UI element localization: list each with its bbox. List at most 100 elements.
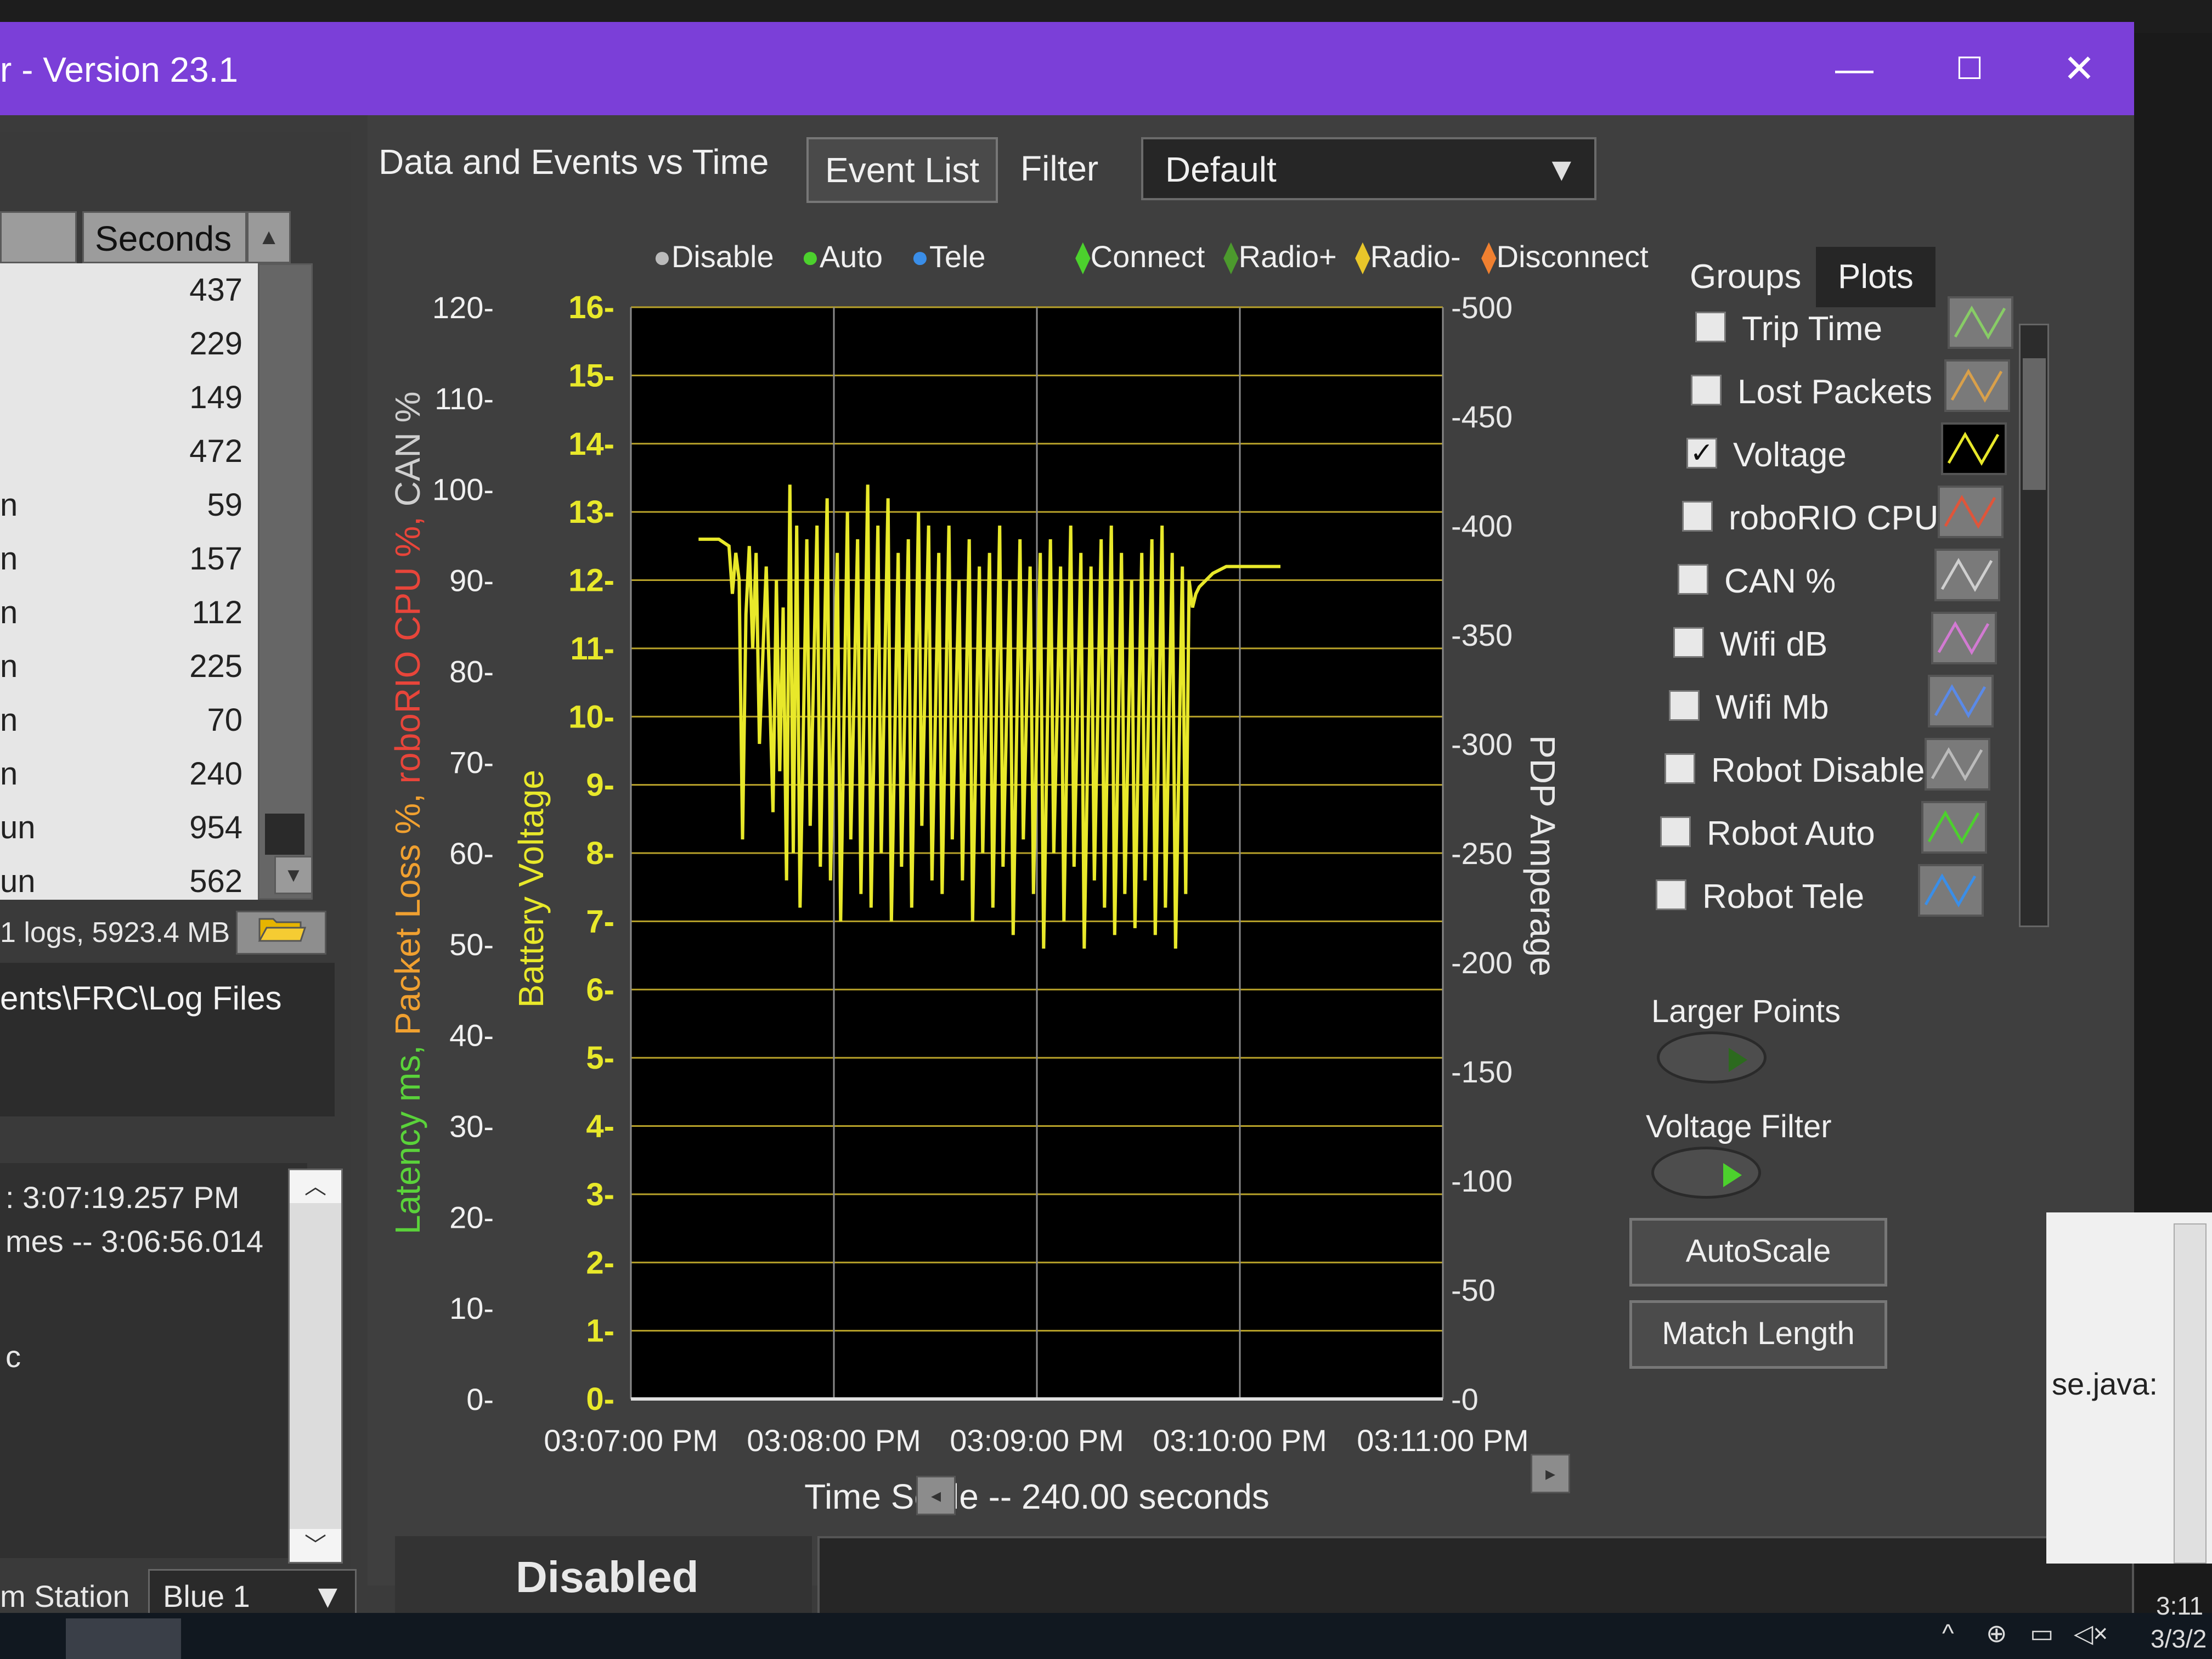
filter-select[interactable]: Default ▼ [1141,137,1596,200]
plot-label: Robot Auto [1707,815,1875,853]
folder-open-icon[interactable] [236,911,326,955]
log-row-seconds[interactable]: 562 [0,855,258,909]
voltage-chart[interactable]: 03:07:00 PM 03:08:00 PM 03:09:00 PM 03:10:0… [368,258,1695,1553]
voltage-filter-toggle[interactable] [1651,1147,1761,1199]
voltage-filter-label: Voltage Filter [1646,1109,1832,1144]
scroll-left-icon[interactable]: ◂ [916,1476,956,1515]
tab-plots[interactable]: Plots [1816,247,1936,307]
plot-color-swatch[interactable] [1928,675,1994,727]
scroll-right-icon[interactable]: ▸ [1531,1454,1570,1493]
percent-tick-label: 60- [449,836,494,871]
plot-color-swatch[interactable] [1931,612,1997,664]
log-row-seconds[interactable]: 59 [0,478,258,532]
log-row-seconds[interactable]: 954 [0,801,258,855]
plot-color-swatch[interactable] [1948,296,2013,349]
scroll-thumb[interactable] [265,814,304,855]
log-row-seconds[interactable]: 112 [0,586,258,640]
chevron-down-icon[interactable]: ﹀ [290,1529,341,1562]
tab-data-events[interactable]: Data and Events vs Time [379,126,769,203]
maximize-button[interactable]: ☐ [1931,38,2008,99]
voltage-tick-label: 15- [568,358,614,393]
speaker-muted-icon[interactable]: ◁× [2074,1618,2108,1648]
battery-voltage-axis-title: Battery Voltage [511,770,551,1008]
log-row-seconds[interactable]: 240 [0,747,258,801]
log-file-panel: Seconds ▲ 437 229 149 472 n 59 n 157 n 112 n 225 n 70… [0,132,357,1624]
amperage-tick-label: -300 [1451,727,1513,761]
percent-tick-label: 120- [432,290,494,325]
plot-checkbox[interactable]: ✓ [1686,438,1717,469]
event-log-scrollbar[interactable]: ︿ ﹀ [288,1169,343,1564]
plot-color-swatch[interactable] [1925,738,1990,791]
scroll-up-arrow-icon[interactable]: ▲ [247,211,291,263]
plot-color-swatch[interactable] [1921,801,1987,854]
voltage-tick-label: 2- [586,1245,614,1280]
tab-event-list[interactable]: Event List [806,137,998,203]
voltage-tick-label: 11- [570,631,614,667]
clock-date[interactable]: 3/3/2 [2151,1624,2207,1654]
plot-color-swatch[interactable] [1918,864,1984,917]
plot-color-swatch[interactable] [1941,422,2007,475]
plot-color-swatch[interactable] [1938,486,2004,538]
plot-checkbox[interactable] [1656,879,1686,910]
plot-checkbox[interactable] [1673,627,1704,658]
taskbar: ^ ⊕ ▭ ◁× 3:11 3/3/2 [0,1592,2212,1659]
plot-list-scrollbar[interactable] [2019,324,2049,927]
log-file-list[interactable]: 437 229 149 472 n 59 n 157 n 112 n 225 n 70 n 240 un 954 u… [0,263,258,900]
column-header-name[interactable] [0,211,77,263]
x-tick-label: 03:11:00 PM [1357,1423,1528,1458]
plot-checkbox[interactable] [1678,564,1708,595]
scroll-down-arrow-icon[interactable]: ▼ [274,856,313,894]
voltage-tick-label: 12- [568,563,614,599]
plot-checkbox[interactable] [1669,690,1700,721]
match-length-button[interactable]: Match Length [1629,1300,1887,1369]
log-row-seconds[interactable]: 157 [0,532,258,586]
tab-groups[interactable]: Groups [1668,247,1823,307]
percent-tick-label: 0- [466,1382,494,1417]
axis-title-part: Packet Loss %, [388,783,427,1035]
chevron-up-icon[interactable]: ︿ [290,1170,341,1203]
globe-icon[interactable]: ⊕ [1986,1618,2007,1648]
plot-checkbox[interactable] [1682,501,1713,532]
percent-tick-label: 70- [449,745,494,780]
plot-label: Trip Time [1742,310,1883,348]
voltage-tick-label: 5- [586,1040,614,1076]
plot-color-swatch[interactable] [1934,549,2000,601]
percent-tick-label: 100- [432,472,494,507]
taskbar-app-icon[interactable] [66,1618,181,1659]
plot-checkbox[interactable] [1691,375,1722,405]
log-row-seconds[interactable]: 229 [0,317,258,371]
chevron-up-icon[interactable]: ^ [1942,1618,1954,1648]
list-scrollbar[interactable] [258,263,313,900]
close-button[interactable]: ✕ [2041,38,2118,99]
percent-tick-label: 80- [449,654,494,689]
voltage-tick-label: 0- [586,1381,614,1417]
amperage-tick-label: -450 [1451,399,1513,434]
background-scrollbar[interactable] [2174,1223,2207,1564]
log-row-seconds[interactable]: 70 [0,693,258,747]
voltage-tick-label: 13- [568,494,614,530]
voltage-tick-label: 4- [586,1109,614,1144]
plot-checkbox[interactable] [1695,312,1726,342]
plot-color-swatch[interactable] [1944,359,2010,412]
x-tick-label: 03:07:00 PM [544,1423,718,1458]
battery-icon[interactable]: ▭ [2030,1618,2053,1648]
log-row-seconds[interactable]: 149 [0,371,258,425]
amperage-tick-label: -350 [1451,618,1513,652]
autoscale-button[interactable]: AutoScale [1629,1218,1887,1286]
larger-points-toggle[interactable] [1657,1031,1767,1084]
dropdown-arrow-icon: ▼ [1545,151,1578,188]
voltage-tick-label: 9- [586,768,614,803]
clock-time[interactable]: 3:11 [2156,1591,2203,1621]
log-row-seconds[interactable]: 225 [0,640,258,693]
scroll-thumb[interactable] [2023,358,2046,490]
plot-checkbox[interactable] [1660,816,1691,847]
team-station-value: Blue 1 [163,1579,250,1613]
console-output [817,1536,2134,1618]
plot-checkbox[interactable] [1664,753,1695,784]
log-row-seconds[interactable]: 437 [0,263,258,317]
filter-label: Filter [1020,149,1099,188]
event-log-line: mes -- 3:06:56.014 [5,1224,264,1259]
minimize-button[interactable]: — [1816,38,1893,99]
column-header-seconds[interactable]: Seconds [82,211,247,263]
log-row-seconds[interactable]: 472 [0,425,258,478]
